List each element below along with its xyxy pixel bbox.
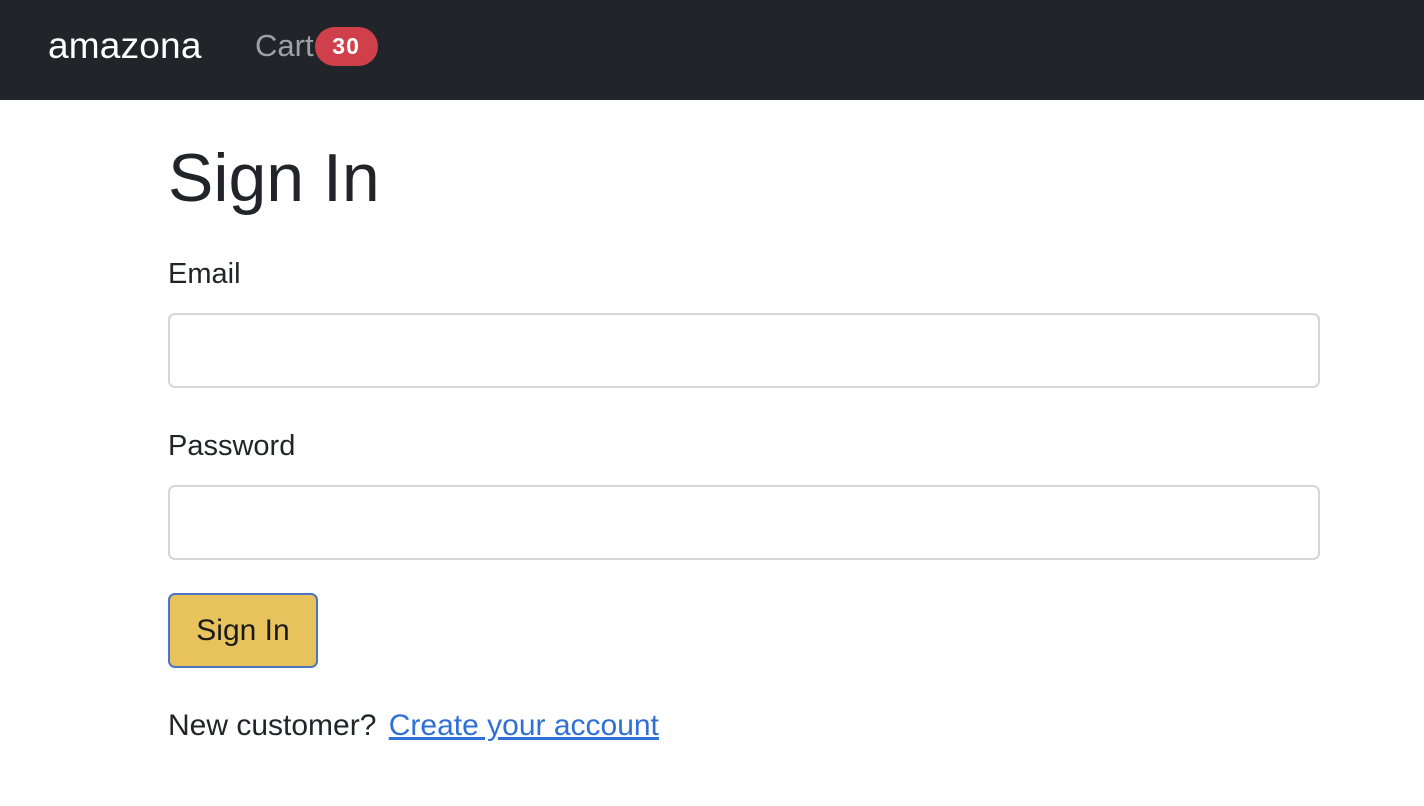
cart-link[interactable]: Cart 30 xyxy=(255,24,378,68)
cart-label: Cart xyxy=(255,28,314,63)
password-field[interactable] xyxy=(168,485,1320,560)
new-customer-text: New customer? xyxy=(168,709,377,742)
create-account-link[interactable]: Create your account xyxy=(389,709,659,742)
email-label: Email xyxy=(168,258,241,290)
navbar: amazona Cart 30 xyxy=(0,0,1424,100)
password-label: Password xyxy=(168,430,296,462)
page-title: Sign In xyxy=(168,140,380,216)
new-customer-row: New customer? Create your account xyxy=(168,707,659,745)
cart-count-badge: 30 xyxy=(314,26,378,66)
signin-button[interactable]: Sign In xyxy=(168,593,318,668)
email-field[interactable] xyxy=(168,313,1320,388)
brand-logo-link[interactable]: amazona xyxy=(48,24,202,68)
